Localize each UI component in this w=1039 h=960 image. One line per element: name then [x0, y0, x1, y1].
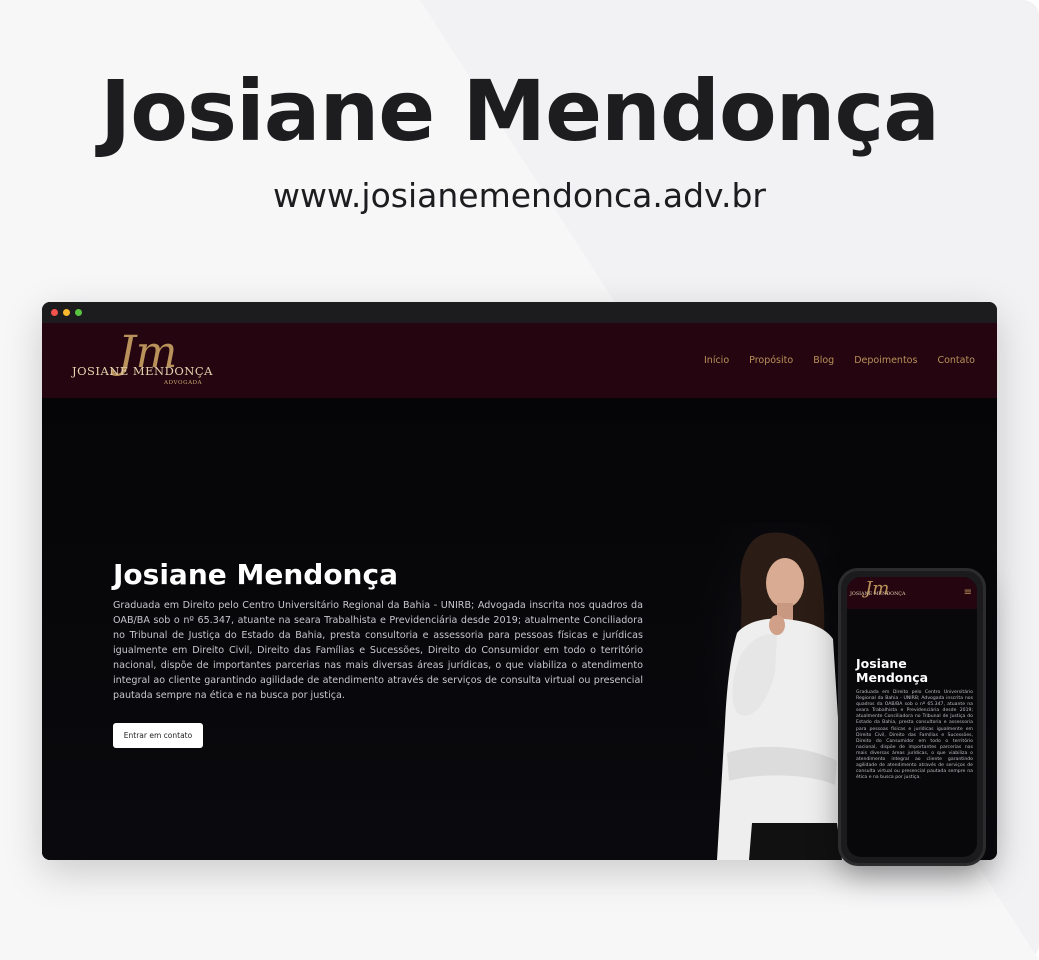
nav-item-proposito[interactable]: Propósito [749, 355, 793, 366]
nav-item-blog[interactable]: Blog [813, 355, 834, 366]
browser-chrome-bar [42, 302, 997, 323]
banner-url: www.josianemendonca.adv.br [272, 176, 766, 215]
site-logo[interactable]: Jm JOSIANE MENDONÇA ADVOGADA [72, 331, 212, 391]
hamburger-menu-icon[interactable]: ≡ [964, 587, 972, 598]
minimize-window-dot[interactable] [63, 309, 70, 316]
nav-item-inicio[interactable]: Início [704, 355, 729, 366]
phone-header: Jm JOSIANE MENDONÇA ≡ [847, 577, 977, 609]
phone-logo-name: JOSIANE MENDONÇA [850, 592, 906, 597]
logo-subtitle: ADVOGADA [164, 380, 203, 386]
phone-hero-description: Graduada em Direito pelo Centro Universi… [856, 690, 973, 781]
phone-hero-heading: Josiane Mendonça [856, 656, 929, 685]
hero-description: Graduada em Direito pelo Centro Universi… [113, 600, 643, 701]
close-window-dot[interactable] [51, 309, 58, 316]
phone-mockup: Jm JOSIANE MENDONÇA ≡ Josiane Mendonça G… [838, 568, 986, 866]
site-header: Jm JOSIANE MENDONÇA ADVOGADA Início Prop… [42, 323, 997, 398]
hero-heading: Josiane Mendonça [113, 558, 398, 591]
contact-button[interactable]: Entrar em contato [113, 723, 203, 748]
main-nav: Início Propósito Blog Depoimentos Contat… [704, 355, 975, 366]
lawyer-portrait-image [697, 523, 857, 860]
maximize-window-dot[interactable] [75, 309, 82, 316]
logo-name: JOSIANE MENDONÇA [72, 364, 213, 378]
phone-screen: Jm JOSIANE MENDONÇA ≡ Josiane Mendonça G… [847, 577, 977, 857]
nav-item-contato[interactable]: Contato [937, 355, 975, 366]
banner-title: Josiane Mendonça [100, 62, 940, 160]
nav-item-depoimentos[interactable]: Depoimentos [854, 355, 917, 366]
